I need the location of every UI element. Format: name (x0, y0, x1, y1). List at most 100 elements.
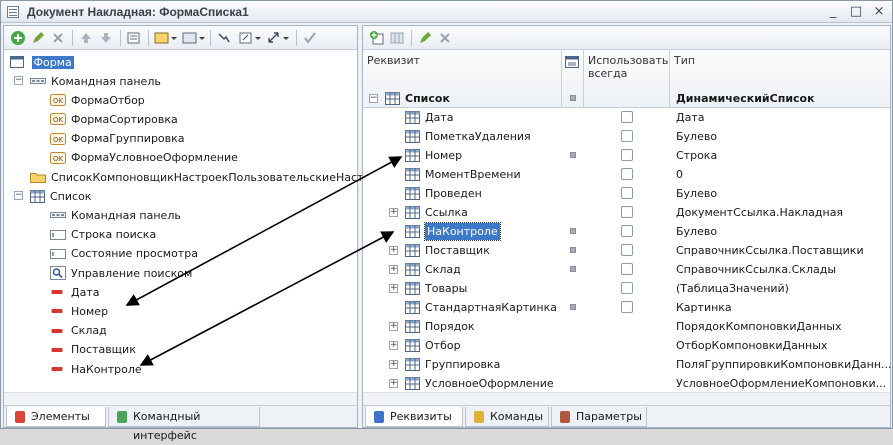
attribute-name: Ссылка (425, 206, 468, 219)
element-tree-item[interactable]: OK ФормаОтбор (50, 90, 145, 109)
view-marker[interactable] (570, 228, 576, 234)
elements-toolbar (4, 26, 357, 50)
attribute-row[interactable]: + Группировка ПоляГруппировкиКомпоновкиДан… (363, 355, 892, 374)
form-preview-icon[interactable] (126, 30, 142, 46)
view-marker[interactable] (570, 152, 576, 158)
attribute-type: СправочникСсылка.Склады (676, 263, 837, 276)
attribute-type: ОтборКомпоновкиДанных (676, 339, 828, 352)
move-up-icon[interactable] (78, 30, 94, 46)
view-marker[interactable] (570, 266, 576, 272)
element-tree-item[interactable]: СписокКомпоновщикНастроекПользовательски… (30, 167, 398, 186)
element-tree-item[interactable]: НаКонтроле (50, 359, 142, 378)
use-always-checkbox[interactable] (621, 263, 633, 275)
attribute-icon (405, 244, 420, 260)
tab-commands[interactable]: Команды (465, 407, 549, 427)
tab-parameters[interactable]: Параметры (551, 407, 647, 427)
tab-command-interface[interactable]: Командный интерфейс (108, 407, 260, 442)
horizontal-scrollbar[interactable] (363, 392, 890, 405)
use-always-checkbox[interactable] (621, 206, 633, 218)
tab-elements[interactable]: Элементы (6, 407, 106, 427)
element-tree-label: Командная панель (71, 208, 181, 222)
parameters-tab-icon (560, 411, 570, 423)
add-attribute-icon[interactable] (369, 30, 385, 46)
use-always-checkbox[interactable] (621, 111, 633, 123)
attribute-row[interactable]: Проведен Булево (363, 184, 890, 203)
link-icon[interactable] (216, 30, 232, 46)
attribute-row[interactable]: + Ссылка ДокументСсылка.Накладная (363, 203, 890, 222)
expand-toggle[interactable]: + (389, 379, 398, 388)
add-column-icon[interactable] (389, 30, 405, 46)
element-tree-item[interactable]: Поставщик (50, 340, 136, 359)
resize-icon[interactable] (266, 30, 290, 46)
add-icon[interactable] (10, 30, 26, 46)
use-always-checkbox[interactable] (621, 225, 633, 237)
move-down-icon[interactable] (98, 30, 114, 46)
view-marker[interactable] (570, 95, 576, 101)
element-tree-item[interactable]: Состояние просмотра (50, 244, 198, 263)
attribute-row[interactable]: + Поставщик СправочникСсылка.Поставщики (363, 241, 890, 260)
attribute-row[interactable]: + Склад СправочникСсылка.Склады (363, 260, 890, 279)
expand-toggle[interactable]: + (389, 341, 398, 350)
expand-toggle[interactable]: + (389, 246, 398, 255)
edit-attribute-icon[interactable] (417, 30, 433, 46)
view-marker[interactable] (570, 247, 576, 253)
expand-toggle[interactable]: + (389, 265, 398, 274)
expand-toggle[interactable]: + (389, 284, 398, 293)
attribute-type: ДокументСсылка.Накладная (676, 206, 844, 219)
attribute-icon (405, 301, 420, 317)
expand-toggle[interactable]: + (389, 360, 398, 369)
align-icon[interactable] (238, 30, 262, 46)
maximize-button[interactable]: □ (846, 3, 866, 20)
collapse-toggle[interactable]: − (14, 76, 23, 85)
check-icon[interactable] (302, 30, 318, 46)
view-marker[interactable] (570, 304, 576, 310)
svg-text:OK: OK (53, 116, 64, 124)
attribute-row[interactable]: + УсловноеОформление УсловноеОформлениеКом… (363, 374, 890, 393)
attribute-row[interactable]: НаКонтроле Булево (363, 222, 890, 241)
attribute-row[interactable]: + Порядок ПорядокКомпоновкиДанных (363, 317, 890, 336)
collapse-toggle[interactable]: − (14, 191, 23, 201)
delete-attribute-icon[interactable] (437, 30, 453, 46)
use-always-checkbox[interactable] (621, 244, 633, 256)
element-tree-item[interactable]: OK ФормаУсловноеОформление (50, 148, 238, 167)
element-tree-item[interactable]: Склад (50, 321, 107, 340)
element-tree-item[interactable]: OK ФормаГруппировка (50, 129, 185, 148)
element-tree-item[interactable]: − Список (14, 186, 91, 205)
use-always-checkbox[interactable] (621, 301, 633, 313)
element-tree-item[interactable]: OK ФормаСортировка (50, 109, 178, 128)
attribute-row[interactable]: Номер Строка (363, 146, 890, 165)
attribute-icon (405, 130, 420, 146)
expand-toggle[interactable]: − (369, 94, 378, 103)
tab-attributes[interactable]: Реквизиты (365, 407, 463, 427)
element-tree-item[interactable]: Командная панель (50, 205, 181, 224)
use-always-checkbox[interactable] (621, 282, 633, 294)
close-button[interactable]: × (869, 3, 889, 20)
attribute-row[interactable]: + Товары (ТаблицаЗначений) (363, 279, 890, 298)
element-tree-item[interactable]: Номер (50, 301, 108, 320)
expand-toggle[interactable]: + (389, 322, 398, 331)
attribute-row[interactable]: МоментВремени 0 (363, 165, 890, 184)
edit-icon[interactable] (30, 30, 46, 46)
attribute-row[interactable]: − Список ДинамическийСписок (363, 89, 890, 108)
element-tree-item[interactable]: − Командная панель (14, 71, 161, 90)
attribute-row[interactable]: СтандартнаяКартинка Картинка (363, 298, 890, 317)
attribute-row[interactable]: ПометкаУдаления Булево (363, 127, 890, 146)
use-always-checkbox[interactable] (621, 130, 633, 142)
use-always-checkbox[interactable] (621, 149, 633, 161)
element-tree-item[interactable]: Дата (50, 282, 99, 301)
attribute-row[interactable]: Дата Дата (363, 108, 890, 127)
element-tree-item[interactable]: Строка поиска (50, 225, 156, 244)
horizontal-scrollbar[interactable] (4, 392, 357, 405)
tree-root-form[interactable]: Форма (10, 52, 74, 71)
insert-group-icon[interactable] (182, 30, 206, 46)
insert-field-icon[interactable] (154, 30, 178, 46)
expand-toggle[interactable]: + (389, 208, 398, 217)
attribute-row[interactable]: + Отбор ОтборКомпоновкиДанных (363, 336, 890, 355)
delete-icon[interactable] (50, 30, 66, 46)
commands-tab-icon (474, 411, 484, 423)
element-tree-item[interactable]: Управление поиском (50, 263, 192, 282)
minimize-button[interactable]: _ (823, 3, 843, 20)
use-always-checkbox[interactable] (621, 187, 633, 199)
field-icon (50, 343, 66, 356)
use-always-checkbox[interactable] (621, 168, 633, 180)
